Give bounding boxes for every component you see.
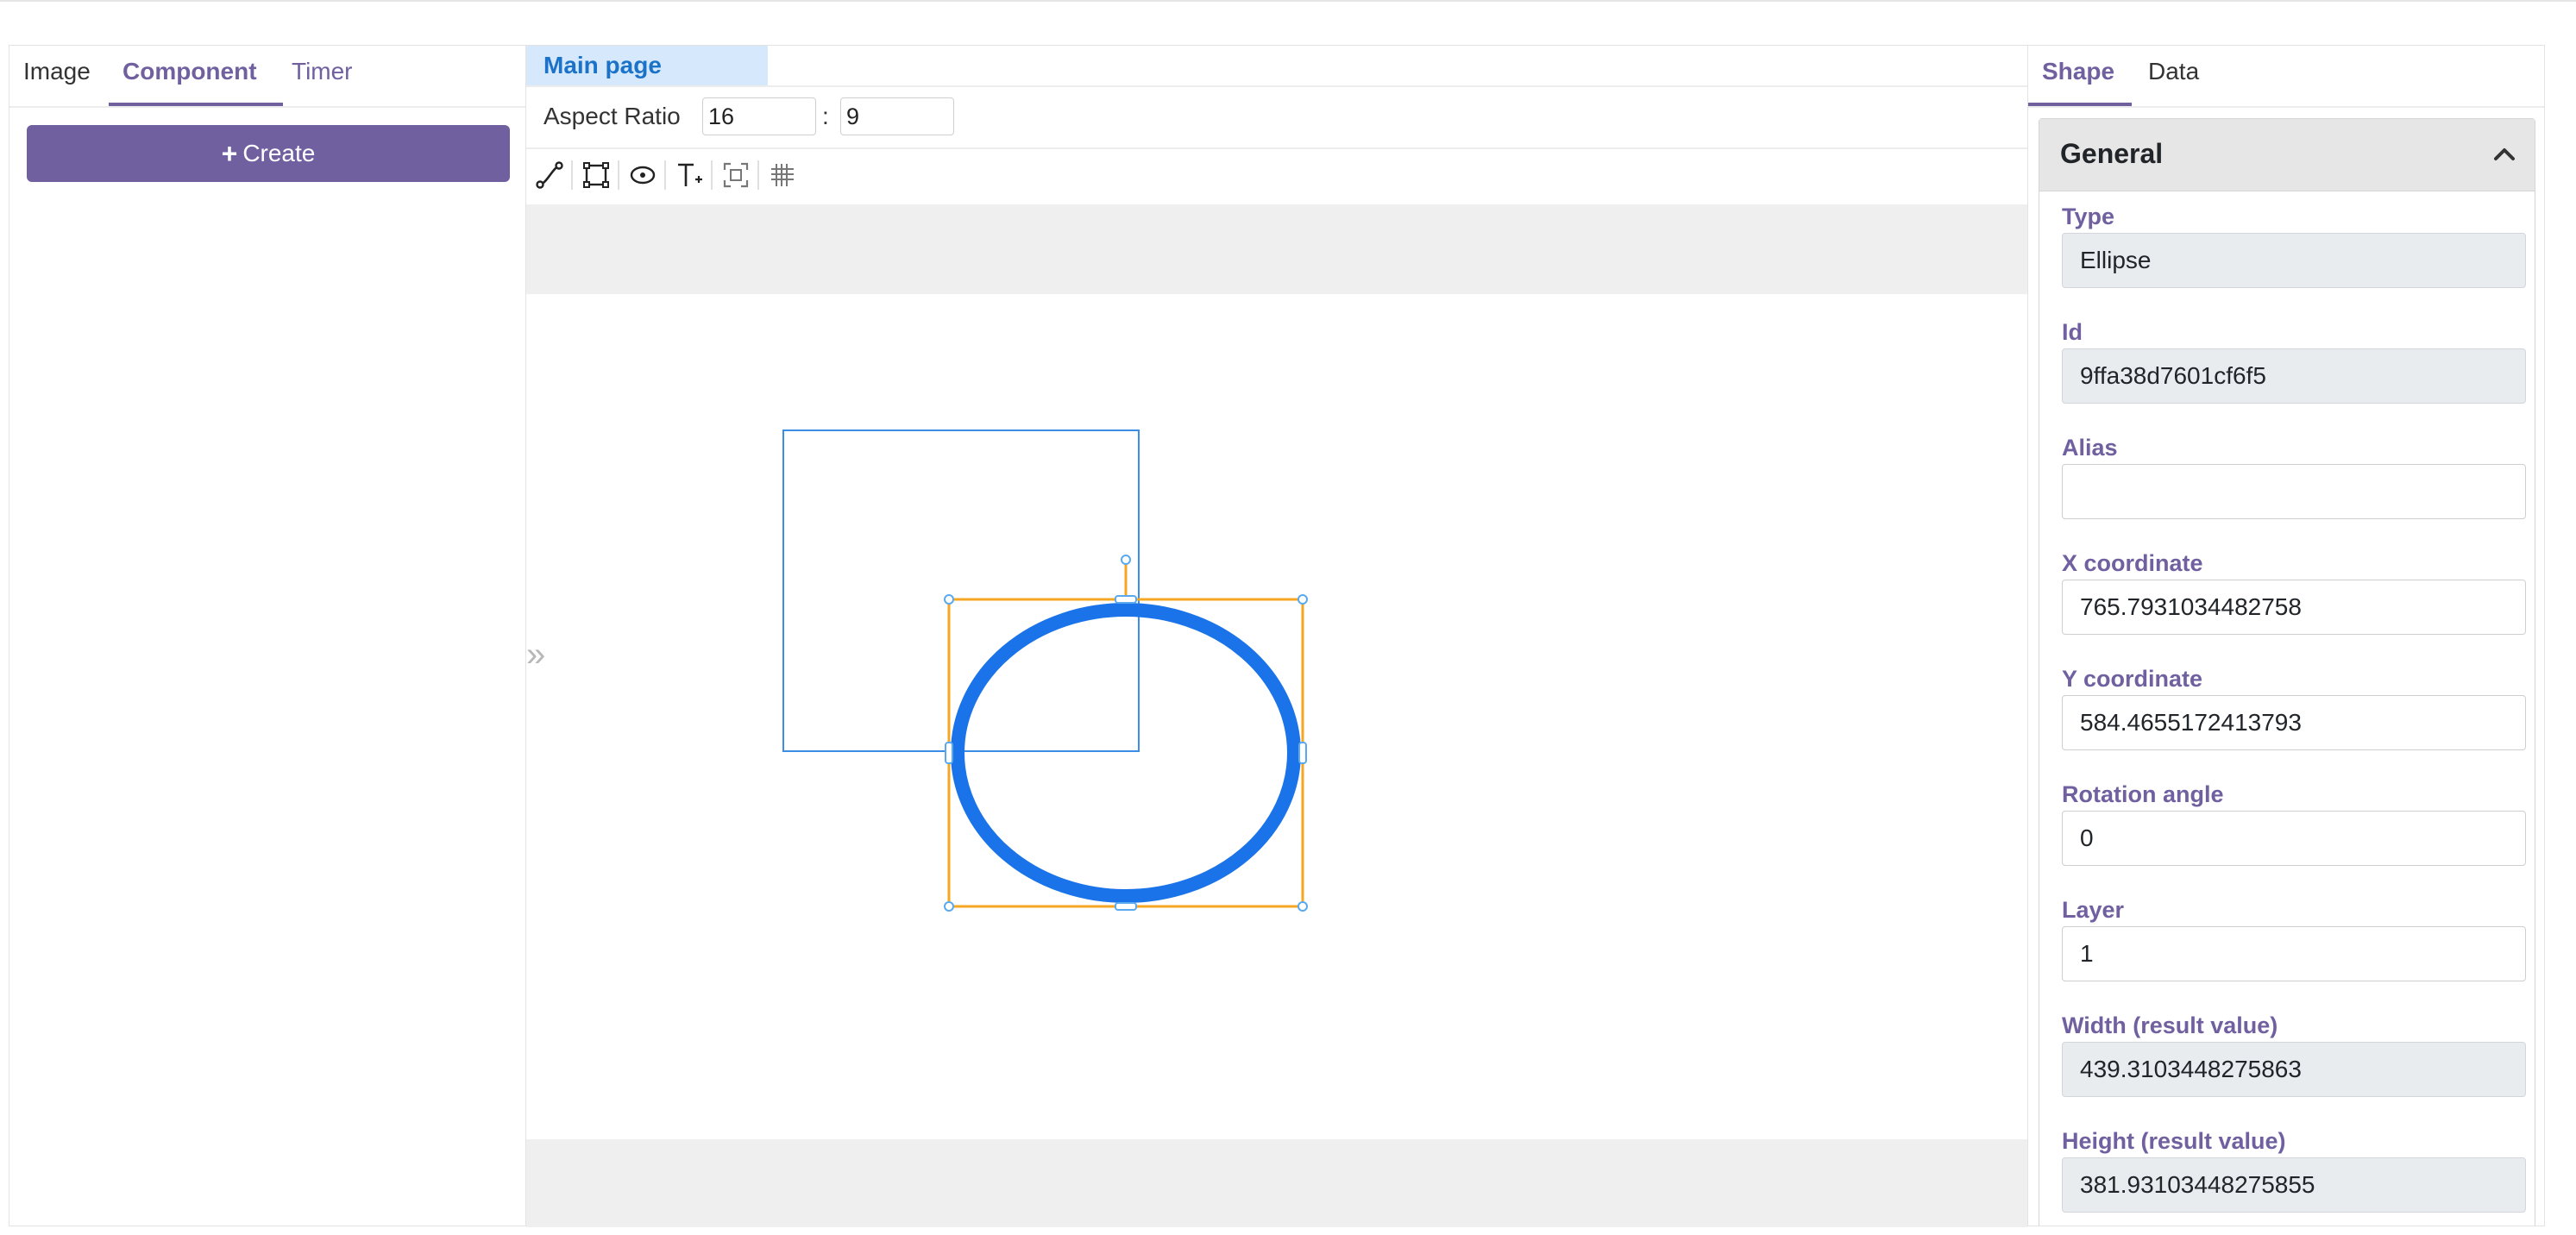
general-section: General Type Id Alias X coordinate Y coordin… (2039, 118, 2535, 1226)
height-result-field[interactable] (2062, 1157, 2526, 1213)
alias-field[interactable] (2062, 464, 2526, 519)
divider (526, 85, 2027, 87)
rectangle-tool-icon (583, 162, 609, 188)
general-section-header[interactable]: General (2039, 119, 2535, 191)
workspace: Main page Aspect Ratio : (526, 45, 2027, 1227)
left-tabs: Image Component Timer (9, 46, 525, 108)
aspect-ratio-label: Aspect Ratio (543, 103, 681, 129)
resize-handle[interactable] (1297, 594, 1308, 605)
active-tab-indicator (109, 103, 283, 106)
layer-field[interactable] (2062, 926, 2526, 981)
canvas-margin-bottom (526, 1139, 2027, 1227)
resize-handle[interactable] (944, 901, 954, 912)
window-top-border (0, 0, 2576, 2)
type-field[interactable] (2062, 233, 2526, 288)
width-result-label: Width (result value) (2062, 1012, 2278, 1038)
canvas-svg (782, 429, 1308, 912)
line-tool-button[interactable] (526, 152, 573, 198)
y-coordinate-label: Y coordinate (2062, 666, 2203, 692)
resize-handle[interactable] (944, 594, 954, 605)
id-field[interactable] (2062, 348, 2526, 404)
resize-handle[interactable] (1298, 742, 1307, 764)
height-result-label: Height (result value) (2062, 1128, 2286, 1154)
tab-image[interactable]: Image (23, 58, 91, 85)
divider (526, 147, 2027, 149)
create-button[interactable]: + Create (27, 125, 510, 182)
properties-panel: Shape Data General Type Id Alias X coordina… (2027, 45, 2545, 1226)
text-tool-button[interactable] (666, 152, 713, 198)
create-button-label: Create (242, 140, 316, 166)
grid-icon (771, 164, 794, 186)
aspect-separator: : (822, 103, 829, 129)
rotation-angle-label: Rotation angle (2062, 781, 2224, 807)
y-coordinate-field[interactable] (2062, 695, 2526, 750)
left-panel: Image Component Timer + Create (9, 45, 526, 1226)
chevron-up-icon[interactable] (2491, 141, 2517, 167)
line-tool-icon (536, 161, 563, 189)
text-tool-icon (678, 163, 702, 186)
active-tab-indicator (2028, 103, 2132, 106)
id-label: Id (2062, 319, 2083, 345)
ellipse-shape[interactable] (951, 603, 1301, 903)
selection-box (947, 598, 1304, 908)
shape-toolbar (526, 151, 806, 199)
x-coordinate-label: X coordinate (2062, 550, 2203, 576)
tab-main-page[interactable]: Main page (526, 46, 768, 85)
ellipse-tool-button[interactable] (619, 152, 666, 198)
resize-handle[interactable] (1115, 595, 1137, 604)
expand-panel-icon[interactable]: » (526, 636, 546, 674)
right-tabs: Shape Data (2028, 46, 2544, 108)
grid-button[interactable] (759, 152, 806, 198)
resize-handle[interactable] (1115, 902, 1137, 911)
plus-icon: + (221, 137, 238, 169)
rotation-handle[interactable] (1121, 555, 1131, 565)
resize-handle[interactable] (945, 742, 953, 764)
tab-component[interactable]: Component (123, 58, 257, 85)
canvas-margin-top (526, 204, 2027, 294)
aspect-width-input[interactable] (702, 97, 816, 135)
tab-shape[interactable]: Shape (2042, 58, 2114, 85)
tab-timer[interactable]: Timer (292, 58, 353, 85)
resize-handle[interactable] (1297, 901, 1308, 912)
x-coordinate-field[interactable] (2062, 580, 2526, 635)
layer-label: Layer (2062, 897, 2125, 923)
general-section-title: General (2060, 138, 2164, 169)
fit-screen-button[interactable] (713, 152, 759, 198)
type-label: Type (2062, 204, 2115, 229)
fit-screen-icon (723, 162, 749, 188)
tab-data[interactable]: Data (2148, 58, 2199, 85)
aspect-height-input[interactable] (840, 97, 954, 135)
ellipse-tool-icon (630, 166, 656, 185)
alias-label: Alias (2062, 435, 2118, 461)
canvas[interactable] (526, 294, 2027, 1139)
rectangle-tool-button[interactable] (573, 152, 619, 198)
rotation-angle-field[interactable] (2062, 811, 2526, 866)
width-result-field[interactable] (2062, 1042, 2526, 1097)
